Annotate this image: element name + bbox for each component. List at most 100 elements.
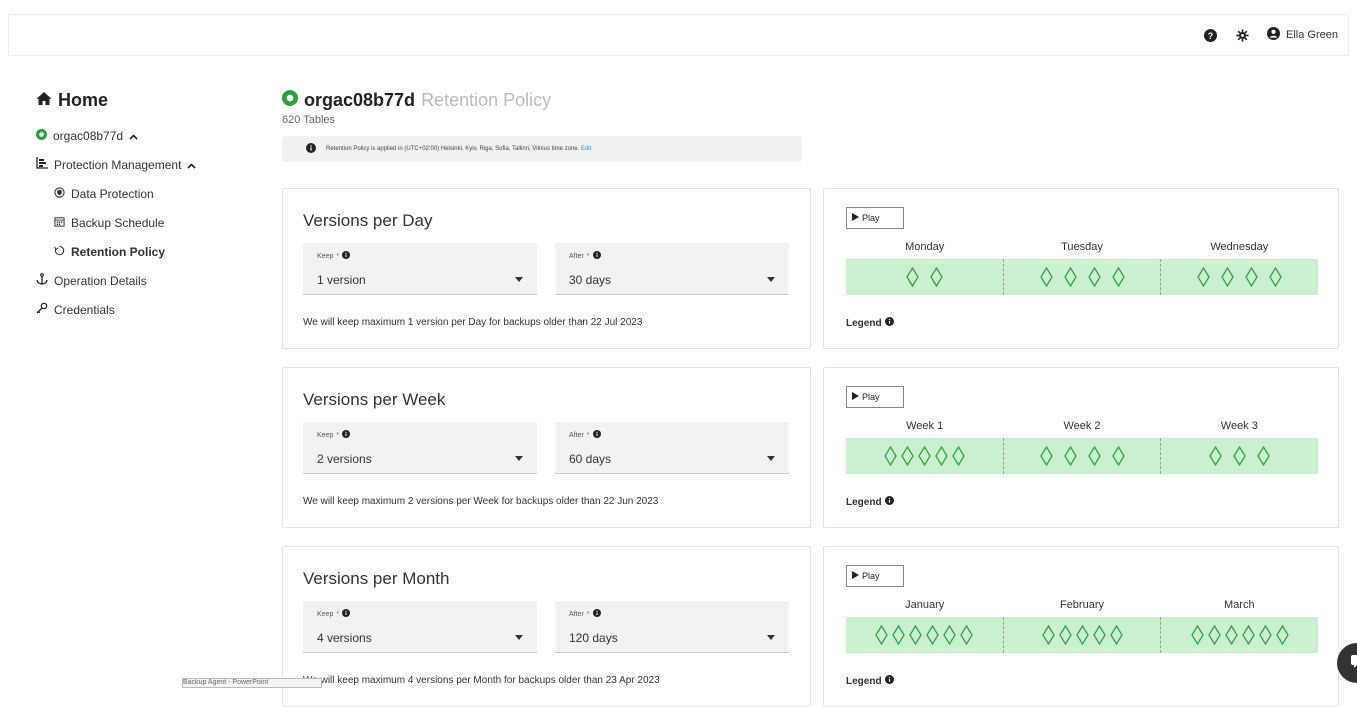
required-marker: *	[336, 610, 340, 618]
chevron-up-icon	[129, 129, 138, 143]
version-diamond-icon	[1063, 267, 1077, 287]
info-icon	[592, 430, 601, 440]
play-button[interactable]: Play	[846, 386, 904, 408]
after-label-text: After	[569, 252, 584, 260]
info-icon	[342, 251, 351, 261]
page-header: orgac08b77d Retention Policy	[282, 90, 1342, 111]
version-diamond-icon	[1041, 625, 1055, 645]
keep-label: Keep *	[317, 609, 351, 619]
version-diamond-icon	[892, 625, 906, 645]
period-segment	[1161, 259, 1318, 295]
keep-select[interactable]: Keep * 4 versions	[303, 601, 537, 653]
period-labels: Week 1 Week 2 Week 3	[846, 420, 1318, 436]
retention-card: Versions per Day Keep * 1 version After * …	[282, 188, 811, 349]
version-diamond-icon	[1209, 446, 1222, 466]
info-icon	[342, 609, 351, 619]
after-value: 30 days	[569, 273, 612, 287]
user-menu[interactable]: Ella Green	[1267, 27, 1338, 43]
version-diamond-icon	[952, 446, 965, 466]
version-diamond-icon	[1109, 625, 1123, 645]
info-icon	[592, 251, 601, 261]
period-segment	[846, 259, 1004, 295]
sidebar-credentials-label: Credentials	[54, 302, 115, 317]
question-circle-icon[interactable]: ?	[1203, 28, 1217, 42]
org-logo-icon	[282, 90, 298, 111]
period-label: Week 3	[1220, 420, 1258, 432]
play-icon	[852, 392, 859, 402]
period-label: Tuesday	[1061, 241, 1103, 253]
retention-message: We will keep maximum 4 versions per Mont…	[303, 675, 660, 686]
version-diamond-icon	[1087, 446, 1101, 466]
after-select[interactable]: After * 30 days	[555, 243, 789, 295]
edit-timezone-link[interactable]: Edit	[581, 146, 591, 152]
required-marker: *	[336, 252, 340, 260]
sidebar-operation-details[interactable]: Operation Details	[36, 266, 266, 295]
info-icon	[342, 430, 351, 440]
timezone-info-bar: Retention Policy is applied in (UTC+02:0…	[282, 136, 802, 162]
tables-count: 620 Tables	[282, 114, 336, 126]
keep-value: 4 versions	[317, 631, 372, 645]
period-label: Week 1	[906, 420, 944, 432]
sidebar-protection-management[interactable]: Protection Management	[36, 150, 266, 179]
keep-label-text: Keep	[317, 610, 334, 618]
page-title: Retention Policy	[421, 90, 552, 110]
version-diamond-icon	[1241, 625, 1255, 645]
user-name: Ella Green	[1286, 29, 1338, 41]
version-diamond-icon	[1258, 625, 1272, 645]
sidebar-item-backup-schedule[interactable]: Backup Schedule	[36, 208, 266, 237]
org-logo-icon	[36, 128, 47, 143]
version-diamond-icon	[1221, 267, 1234, 287]
after-label: After *	[569, 251, 601, 261]
keep-select[interactable]: Keep * 2 versions	[303, 422, 537, 474]
caret-down-icon	[767, 635, 775, 640]
gear-icon[interactable]	[1235, 28, 1249, 42]
play-button[interactable]: Play	[846, 565, 904, 587]
caret-down-icon	[767, 456, 775, 461]
caret-down-icon	[515, 277, 523, 282]
period-labels: Monday Tuesday Wednesday	[846, 241, 1318, 257]
period-segment	[1161, 617, 1318, 653]
period-labels: January February March	[846, 599, 1318, 615]
after-label: After *	[569, 609, 601, 619]
required-marker: *	[586, 431, 590, 439]
version-diamond-icon	[1269, 267, 1282, 287]
top-bar-actions: ? Ella Green	[1203, 27, 1338, 43]
sidebar-home-label: Home	[58, 90, 109, 110]
period-segment	[1004, 259, 1162, 295]
required-marker: *	[586, 252, 590, 260]
caret-down-icon	[515, 456, 523, 461]
legend-toggle[interactable]: Legend	[846, 675, 894, 687]
sidebar-credentials[interactable]: Credentials	[36, 295, 266, 324]
sidebar-item-data-protection[interactable]: Data Protection	[36, 179, 266, 208]
period-segment	[1004, 617, 1162, 653]
info-icon	[884, 675, 894, 687]
after-label: After *	[569, 430, 601, 440]
chat-bubble[interactable]	[1337, 643, 1357, 683]
after-select[interactable]: After * 60 days	[555, 422, 789, 474]
versions-band	[846, 438, 1318, 474]
legend-label: Legend	[846, 675, 882, 687]
sidebar-item-retention-policy[interactable]: Retention Policy	[36, 237, 266, 266]
after-select[interactable]: After * 120 days	[555, 601, 789, 653]
version-diamond-icon	[1190, 625, 1204, 645]
period-segment	[1161, 438, 1318, 474]
key-icon	[36, 302, 48, 317]
sidebar-home[interactable]: Home	[36, 90, 266, 111]
version-diamond-icon	[901, 446, 914, 466]
sidebar-item-label: Backup Schedule	[71, 215, 165, 230]
sidebar-org[interactable]: orgac08b77d	[36, 121, 266, 150]
retention-visualization: Play January February March Legend	[823, 546, 1339, 707]
info-icon	[592, 609, 601, 619]
version-diamond-icon	[1197, 267, 1210, 287]
version-diamond-icon	[906, 267, 919, 287]
legend-toggle[interactable]: Legend	[846, 317, 894, 329]
retention-message: We will keep maximum 1 version per Day f…	[303, 317, 643, 328]
taskbar-preview[interactable]: Backup Agent - PowerPoint	[182, 678, 322, 688]
chat-icon	[1349, 653, 1357, 674]
keep-label: Keep *	[317, 251, 351, 261]
play-button[interactable]: Play	[846, 207, 904, 229]
sidebar-item-label: Data Protection	[71, 186, 154, 201]
legend-toggle[interactable]: Legend	[846, 496, 894, 508]
keep-select[interactable]: Keep * 1 version	[303, 243, 537, 295]
caret-down-icon	[515, 635, 523, 640]
